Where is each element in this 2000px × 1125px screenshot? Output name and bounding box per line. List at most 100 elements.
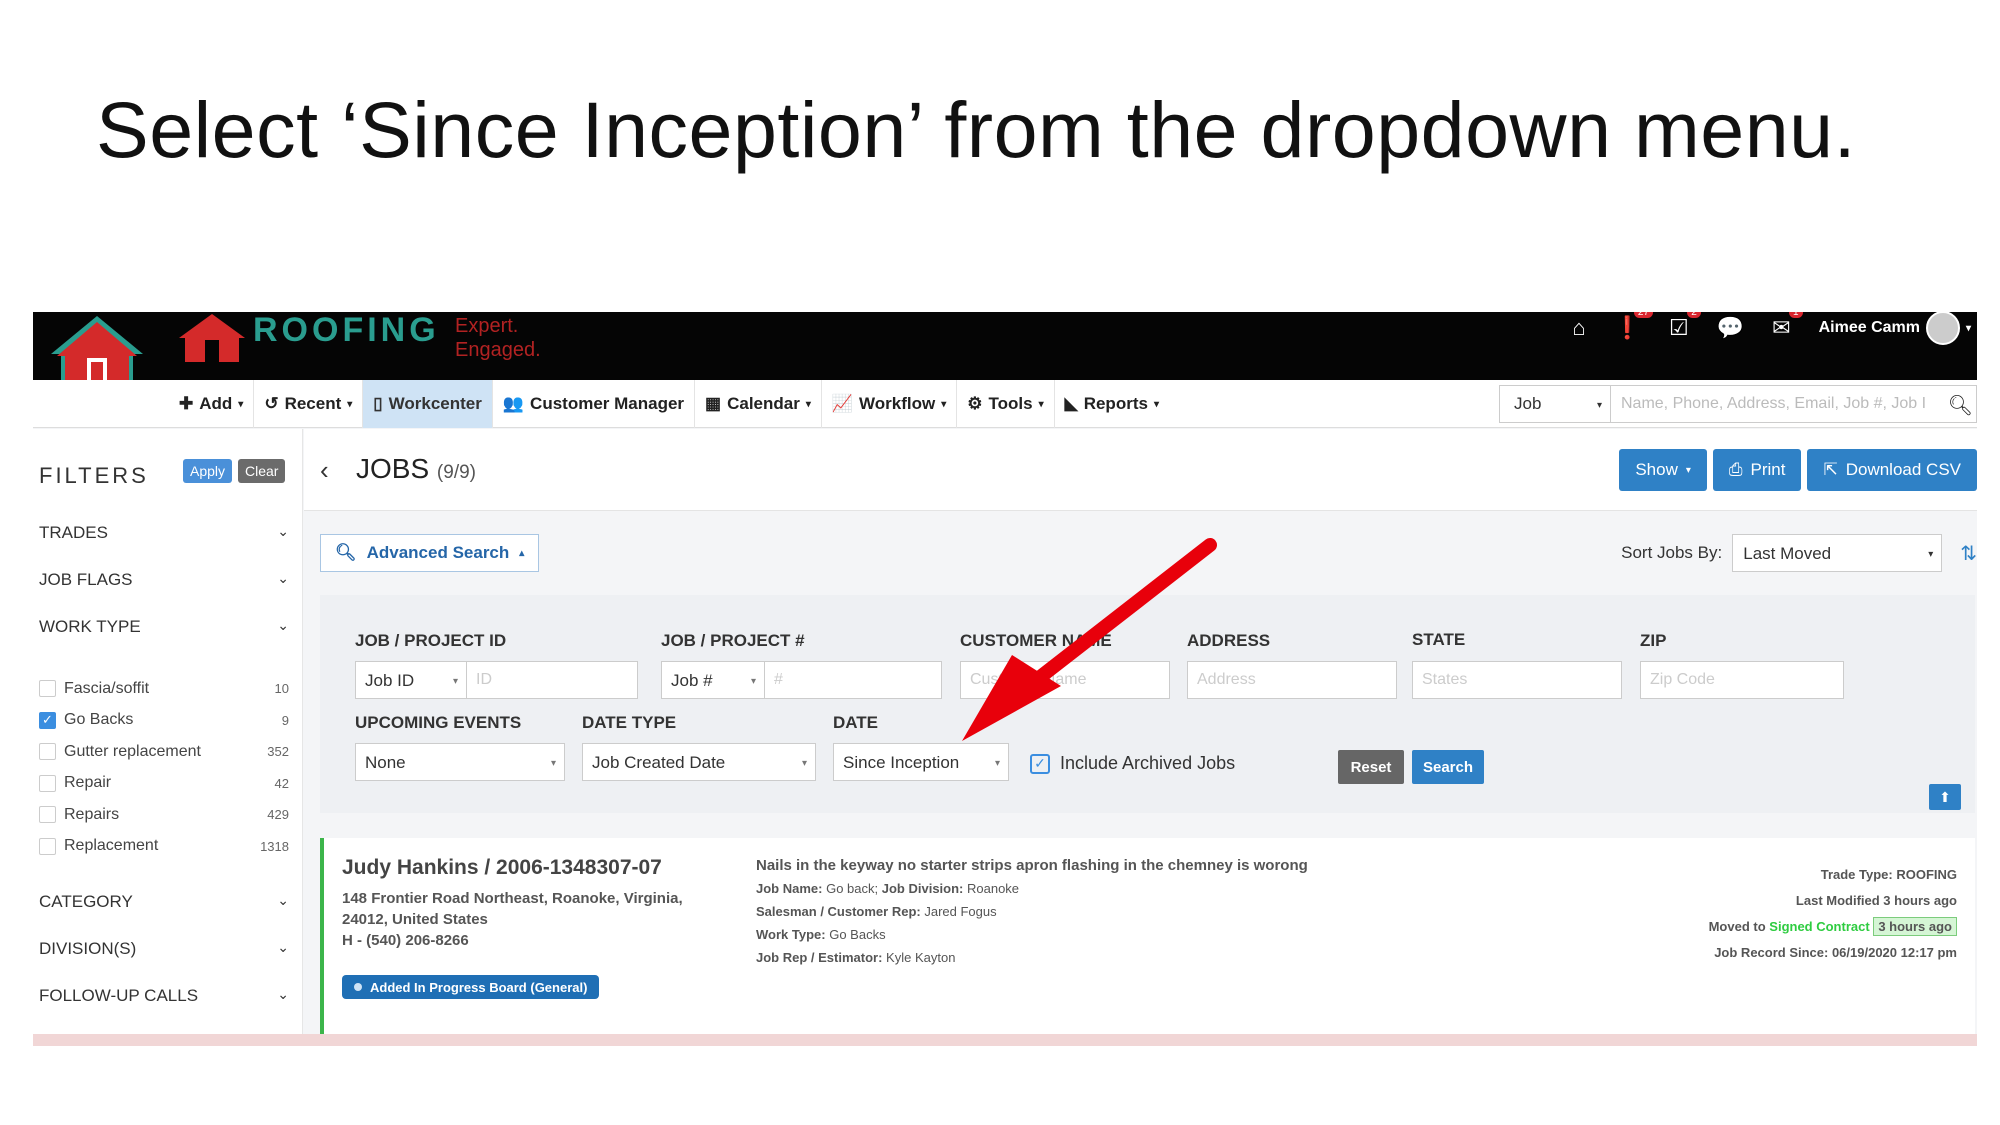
back-chevron-icon[interactable]: ‹: [320, 455, 329, 486]
print-button[interactable]: ⎙ Print: [1712, 449, 1802, 491]
download-csv-button[interactable]: ⇱ Download CSV: [1807, 449, 1977, 491]
checkbox[interactable]: [39, 774, 56, 792]
chevron-down-icon: ⌄: [277, 617, 289, 633]
reset-button[interactable]: Reset: [1338, 750, 1404, 784]
chevron-down-icon: ▾: [1965, 322, 1971, 334]
tasks-icon[interactable]: ☑ 2: [1669, 312, 1701, 341]
clear-button[interactable]: Clear: [238, 459, 286, 483]
filter-trades[interactable]: TRADES ⌄: [39, 523, 289, 543]
upcoming-events-value: None: [365, 753, 406, 772]
nav-calendar[interactable]: ▦ Calendar ▾: [695, 380, 822, 428]
checkbox[interactable]: [39, 837, 56, 855]
job-num-input[interactable]: #: [764, 661, 942, 699]
sort-label: Sort Jobs By:: [1621, 543, 1723, 562]
download-label: Download CSV: [1845, 460, 1961, 479]
nav-add[interactable]: ✚ Add ▾: [169, 380, 255, 428]
scroll-up-arrow-icon[interactable]: ⬆: [1929, 784, 1961, 810]
chevron-down-icon: ⌄: [277, 523, 289, 539]
caret-icon: ▾: [1928, 549, 1934, 560]
filter-follow-up-label: FOLLOW-UP CALLS: [39, 986, 199, 1005]
show-button[interactable]: Show ▾: [1619, 449, 1707, 491]
top-icons: ⌂ ❗ 27 ☑ 2 💬 ✉ 1 Aimee Camm ▾: [1572, 312, 1971, 345]
job-card[interactable]: Judy Hankins / 2006-1348307-07 148 Front…: [320, 838, 1975, 1034]
nav-customer-manager[interactable]: 👥 Customer Manager: [493, 380, 696, 428]
filter-follow-up[interactable]: FOLLOW-UP CALLS ⌄: [39, 986, 289, 1006]
sort-select[interactable]: Last Moved ▾: [1732, 534, 1943, 572]
job-num-type-select[interactable]: Job # ▾: [661, 661, 765, 699]
line-chart-icon: 📈: [831, 394, 854, 413]
search-icon[interactable]: 🔍︎: [1948, 393, 1973, 418]
nav-add-label: Add: [199, 394, 233, 413]
print-icon: ⎙: [1728, 460, 1743, 479]
trade-type: Trade Type: ROOFING: [1820, 867, 1957, 882]
search-type-select[interactable]: Job ▾: [1499, 385, 1611, 423]
filter-category[interactable]: CATEGORY ⌄: [39, 892, 289, 912]
work-type-item[interactable]: Replacement 1318: [39, 831, 289, 863]
chevron-down-icon: ⌄: [277, 570, 289, 586]
job-id-type-select[interactable]: Job ID ▾: [355, 661, 467, 699]
checkbox-checked[interactable]: ✓: [39, 711, 56, 729]
work-type-item[interactable]: Fascia/soffit 10: [39, 673, 289, 705]
show-label: Show: [1635, 460, 1678, 479]
caret-up-icon: ▴: [519, 547, 525, 559]
checkbox[interactable]: [39, 680, 56, 698]
state-input[interactable]: States: [1412, 661, 1622, 699]
sort-direction-icon[interactable]: ⇅: [1960, 541, 1977, 566]
include-archived-checkbox[interactable]: ✓ Include Archived Jobs: [1030, 753, 1235, 774]
nav-calendar-label: Calendar: [727, 394, 800, 413]
work-type-item[interactable]: ✓ Go Backs 9: [39, 705, 289, 737]
job-card-meta: Trade Type: ROOFING Last Modified 3 hour…: [1709, 862, 1957, 966]
dot-icon: [354, 983, 362, 991]
upcoming-events-select[interactable]: None ▾: [355, 743, 565, 781]
home-icon[interactable]: ⌂: [1572, 315, 1585, 341]
zip-input[interactable]: Zip Code: [1640, 661, 1844, 699]
mail-icon[interactable]: ✉ 1: [1772, 312, 1803, 341]
checkbox[interactable]: [39, 806, 56, 824]
nav-tools[interactable]: ⚙ Tools ▾: [957, 380, 1055, 428]
filter-divisions[interactable]: DIVISION(S) ⌄: [39, 939, 289, 959]
area-chart-icon: ◣: [1064, 394, 1078, 413]
search-button[interactable]: Search: [1412, 750, 1484, 784]
job-name-value: Go back;: [826, 881, 879, 896]
chevron-down-icon: ⌄: [277, 939, 289, 955]
division-value: Roanoke: [967, 881, 1020, 896]
date-type-select[interactable]: Job Created Date ▾: [582, 743, 816, 781]
chat-icon[interactable]: 💬: [1717, 315, 1744, 341]
user-menu[interactable]: Aimee Camm ▾: [1819, 312, 1971, 345]
work-type-count: 352: [267, 744, 289, 760]
nav-workflow[interactable]: 📈 Workflow ▾: [822, 380, 958, 428]
work-type-item[interactable]: Repairs 429: [39, 799, 289, 831]
apply-button[interactable]: Apply: [183, 459, 233, 483]
main-nav: ✚ Add ▾ ↺ Recent ▾ ▯ Workcenter 👥 Customer Man…: [169, 380, 1169, 428]
alert-icon[interactable]: ❗ 27: [1614, 312, 1654, 341]
filter-job-flags[interactable]: JOB FLAGS ⌄: [39, 570, 289, 590]
advanced-search-button[interactable]: 🔍︎ Advanced Search ▴: [320, 534, 540, 572]
filter-work-type[interactable]: WORK TYPE ⌄: [39, 617, 289, 637]
work-type-item[interactable]: Gutter replacement 352: [39, 736, 289, 768]
checkbox[interactable]: [39, 743, 56, 761]
nav-recent[interactable]: ↺ Recent ▾: [254, 380, 364, 428]
work-type-item[interactable]: Repair 42: [39, 768, 289, 800]
work-type-label: Go Backs: [64, 711, 134, 729]
customer-name-input[interactable]: Customer Name: [960, 661, 1170, 699]
calendar-icon: ▦: [705, 394, 722, 413]
caret-icon: ▾: [1038, 398, 1044, 410]
address-input[interactable]: Address: [1187, 661, 1397, 699]
building-icon: ▯: [373, 394, 383, 413]
work-type-detail-value: Go Backs: [829, 927, 886, 942]
nav-workcenter[interactable]: ▯ Workcenter: [363, 380, 493, 428]
caret-icon: ▾: [1153, 398, 1159, 410]
filters-sidebar: FILTERS Apply Clear TRADES ⌄ JOB FLAGS ⌄ W…: [33, 429, 303, 1046]
work-type-label: Fascia/soffit: [64, 679, 150, 697]
job-card-details: Nails in the keyway no starter strips ap…: [756, 854, 1308, 969]
caret-icon: ▾: [750, 676, 756, 687]
job-id-input[interactable]: ID: [466, 661, 638, 699]
job-card-address: 148 Frontier Road Northeast, Roanoke, Vi…: [342, 890, 683, 928]
nav-reports[interactable]: ◣ Reports ▾: [1055, 380, 1169, 428]
tagline: Expert. Engaged.: [455, 315, 541, 361]
caret-icon: ▾: [805, 398, 811, 410]
date-select[interactable]: Since Inception ▾: [833, 743, 1009, 781]
advanced-search-panel: JOB / PROJECT ID Job ID ▾ ID JOB / PROJEC…: [320, 595, 1975, 813]
global-search-input[interactable]: Name, Phone, Address, Email, Job #, Job …: [1611, 385, 1977, 423]
job-card-title[interactable]: Judy Hankins / 2006-1348307-07: [342, 856, 662, 880]
